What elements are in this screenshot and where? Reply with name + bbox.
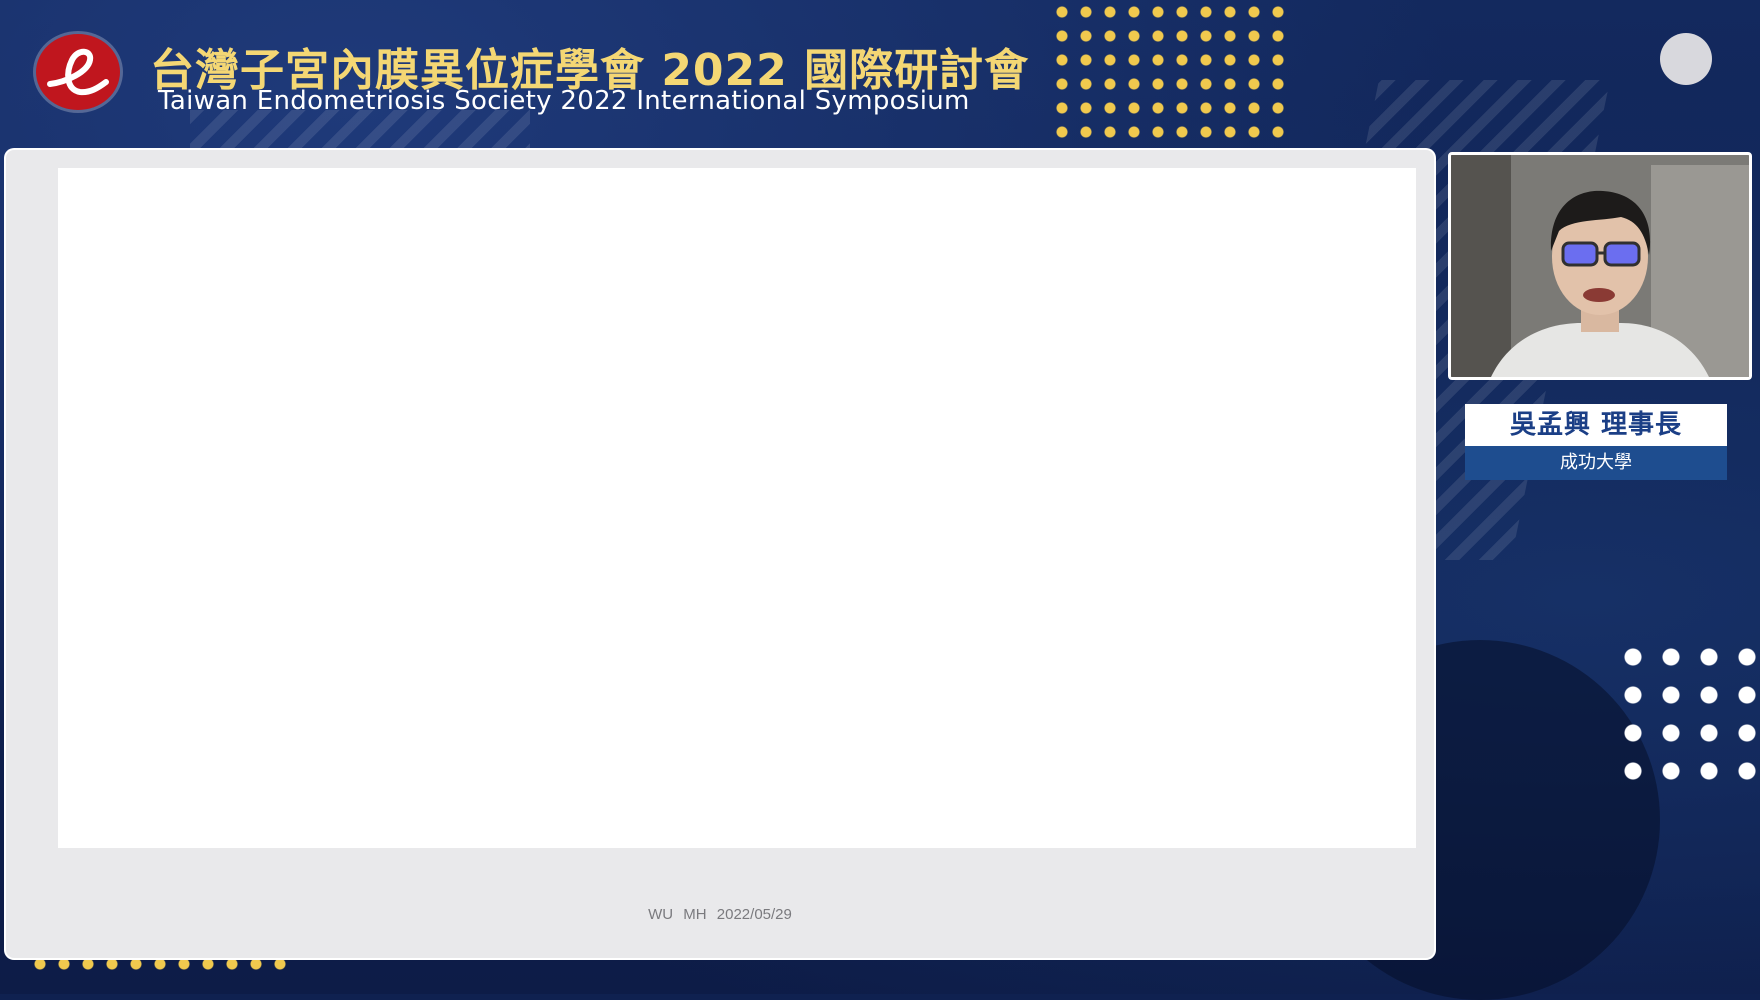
- society-e-logo-icon: [47, 48, 109, 96]
- slide-footer: WU MH 2022/05/29: [648, 906, 792, 923]
- white-dots-decoration: [1614, 638, 1760, 790]
- speaker-name-card: 吳孟興 理事長 成功大學: [1465, 404, 1727, 480]
- speaker-video: [1448, 152, 1752, 380]
- speaker-video-feed: [1451, 155, 1749, 377]
- society-logo: [36, 34, 120, 110]
- background-stripes-left: [190, 110, 530, 154]
- participant-avatar-icon[interactable]: [1660, 33, 1712, 85]
- event-title-english: Taiwan Endometriosis Society 2022 Intern…: [158, 86, 970, 116]
- speaker-affiliation: 成功大學: [1465, 446, 1727, 480]
- gold-dots-decoration: [1050, 0, 1290, 148]
- speaker-name: 吳孟興 理事長: [1465, 404, 1727, 446]
- slide-content-area: [58, 168, 1416, 848]
- presentation-slide: WU MH 2022/05/29: [6, 150, 1434, 958]
